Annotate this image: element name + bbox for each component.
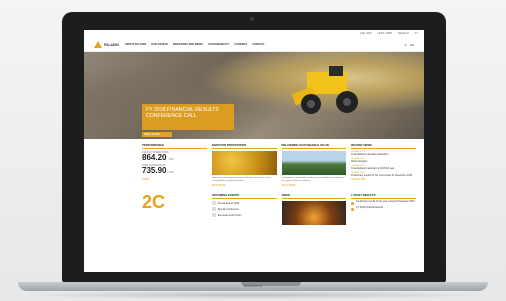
news-column: RECENT NEWS 05 MAR 2019 Final dividend c… [351, 143, 416, 187]
menu-assets[interactable]: OUR ASSETS [151, 43, 168, 46]
video-thumbnail[interactable] [281, 201, 347, 225]
event-item[interactable]: Annual Report 2018 [211, 201, 277, 205]
sustainable-heading: DELIVERING SUSTAINABLE VALUE [281, 143, 347, 149]
news-item[interactable]: 05 MAR 2019 Board changes [351, 158, 416, 163]
news-heading: RECENT NEWS [351, 143, 416, 149]
content-grid-2: 2C UPCOMING EVENTS Annual Report 2018 Re… [84, 187, 424, 225]
hero-title: FY 2018 FINANCIAL RESULTS CONFERENCE CAL… [146, 107, 219, 119]
menu-about[interactable]: ABOUT PALADIN [125, 43, 146, 46]
result-text: FY 2018 Financial Results [356, 207, 384, 209]
laptop-shadow [10, 291, 496, 299]
results-heading: LATEST RESULTS [351, 193, 416, 199]
hero-banner: FY 2018 FINANCIAL RESULTS CONFERENCE CAL… [84, 52, 424, 139]
site-logo[interactable]: PALADIN [94, 41, 119, 48]
sustainable-read-more-link[interactable]: READ MORE [282, 185, 347, 187]
hero-read-more-button[interactable]: READ MORE [142, 132, 172, 137]
event-item[interactable]: Results Conference [211, 207, 277, 211]
logo-triangle-icon [94, 41, 102, 48]
result-item[interactable]: Preliminary results for the year ended 3… [351, 201, 416, 205]
news-item[interactable]: 05 MAR 2019 Final dividend calendar for … [351, 165, 416, 170]
investor-column: INVESTOR PROPOSITION Gold, silver and co… [211, 143, 277, 187]
laptop-stage: LSE: FPM HKEX: 0980 SEARCH PT PALADIN AB… [0, 0, 506, 301]
calendar-icon [211, 207, 216, 211]
content-grid: PERFORMANCE LSE PLC SHARE PRICE 864.20 G… [84, 139, 424, 187]
camera [250, 17, 254, 21]
news-read-more-link[interactable]: READ MORE [351, 179, 416, 181]
sustainable-column: DELIVERING SUSTAINABLE VALUE Committed t… [281, 143, 347, 187]
menu-investors[interactable]: INVESTORS AND MEDIA [173, 43, 203, 46]
event-text: Results Conference [217, 207, 239, 211]
menu: ABOUT PALADIN OUR ASSETS INVESTORS AND M… [125, 43, 265, 46]
price-1-unit: GBX [168, 158, 174, 161]
big-2c-graphic: 2C [142, 192, 166, 212]
sustainable-text: Committed to responsible mining and sust… [281, 177, 345, 182]
price-2-value: 735.90 [142, 166, 167, 175]
event-text: European Gold Forum [217, 213, 242, 217]
news-text: Final dividend calendar for 2018 full ye… [351, 167, 395, 170]
big-number-column: 2C [142, 193, 207, 225]
performance-column: PERFORMANCE LSE PLC SHARE PRICE 864.20 G… [142, 143, 207, 187]
event-item[interactable]: European Gold Forum [211, 213, 277, 217]
news-item[interactable]: 05 MAR 2019 Final dividend calendar clar… [351, 151, 416, 156]
investor-text: Gold, silver and copper producer with di… [211, 177, 272, 182]
search-icon[interactable]: Q [404, 43, 406, 47]
event-text: Annual Report 2018 [217, 201, 240, 205]
performance-more-link[interactable]: MORE [142, 179, 207, 181]
price-2-unit: HKD [168, 171, 174, 174]
document-icon [351, 208, 355, 211]
price-1-value: 864.20 [142, 153, 167, 162]
news-text: Board changes [351, 160, 368, 163]
performance-heading: PERFORMANCE [142, 143, 207, 149]
mining-truck-image [291, 66, 358, 114]
utility-lse[interactable]: LSE: FPM [360, 32, 372, 38]
investor-heading: INVESTOR PROPOSITION [211, 143, 277, 149]
menu-sustainability[interactable]: SUSTAINABILITY [208, 43, 229, 46]
gold-image [211, 151, 277, 175]
logo-text: PALADIN [104, 42, 119, 47]
news-text: Final dividend calendar clarification [351, 153, 389, 156]
video-column: VIDEO [281, 193, 347, 225]
menu-contact[interactable]: CONTACT [252, 43, 265, 46]
events-heading: UPCOMING EVENTS [211, 193, 277, 199]
menu-careers[interactable]: CAREERS [234, 43, 247, 46]
solar-field-image [281, 151, 347, 175]
utility-search[interactable]: SEARCH [398, 32, 409, 38]
events-column: UPCOMING EVENTS Annual Report 2018 Resul… [211, 193, 277, 225]
share-price-2: 735.90 HKD [142, 167, 207, 177]
news-item[interactable]: 05 MAR 2019 Preliminary results for the … [351, 172, 416, 177]
website-screen: LSE: FPM HKEX: 0980 SEARCH PT PALADIN AB… [84, 30, 424, 272]
news-text: Preliminary results for the year ended 3… [351, 174, 412, 177]
calendar-icon [211, 213, 216, 217]
utility-lang[interactable]: PT [415, 32, 418, 38]
hero-caption: FY 2018 FINANCIAL RESULTS CONFERENCE CAL… [142, 104, 234, 130]
laptop-brand-label: MacBook [243, 283, 263, 288]
investor-read-more-link[interactable]: READ MORE [212, 185, 277, 187]
result-item[interactable]: FY 2018 Financial Results [351, 207, 416, 211]
result-text: Preliminary results for the year ended 3… [356, 201, 415, 203]
calendar-icon [211, 201, 216, 205]
video-heading: VIDEO [281, 193, 347, 199]
utility-hkex[interactable]: HKEX: 0980 [378, 32, 392, 38]
utility-bar: LSE: FPM HKEX: 0980 SEARCH PT [84, 30, 424, 38]
nav-tools: Q EN [404, 43, 414, 47]
results-column: LATEST RESULTS Preliminary results for t… [351, 193, 416, 225]
language-toggle[interactable]: EN [410, 43, 414, 47]
main-nav: PALADIN ABOUT PALADIN OUR ASSETS INVESTO… [84, 38, 424, 52]
share-price-1: 864.20 GBX [142, 154, 207, 164]
document-icon [351, 202, 355, 205]
